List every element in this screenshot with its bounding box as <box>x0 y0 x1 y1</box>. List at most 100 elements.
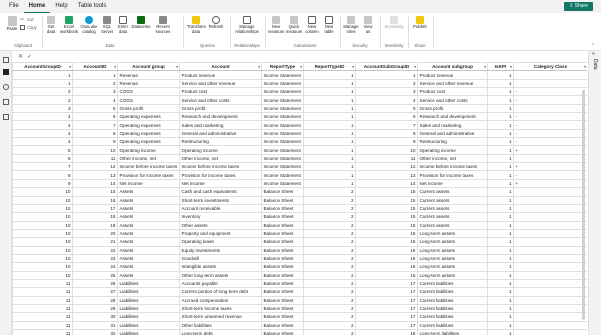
column-header[interactable]: Account subgroup ▾ <box>417 62 488 72</box>
table-cell[interactable]: Liabilities <box>117 287 180 297</box>
table-cell[interactable]: 31 <box>72 320 118 331</box>
table-cell[interactable]: 1 <box>487 295 514 305</box>
dataverse-button[interactable]: Dataverse <box>131 16 151 30</box>
table-cell[interactable]: 15 <box>355 203 418 214</box>
menu-help[interactable]: Help <box>50 0 72 13</box>
table-cell[interactable]: 1 <box>487 120 514 130</box>
table-cell[interactable]: 11 <box>12 328 73 335</box>
table-cell[interactable]: Net income <box>179 178 262 189</box>
table-cell[interactable]: 1 <box>487 162 514 172</box>
table-cell[interactable]: 11 <box>12 287 73 297</box>
column-header[interactable]: IsKPI ▾ <box>487 62 514 72</box>
table-cell[interactable]: 15 <box>355 212 418 222</box>
table-cell[interactable]: 8 <box>12 170 73 180</box>
table-cell[interactable]: 19 <box>72 220 118 230</box>
table-cell[interactable]: 1 <box>303 95 356 105</box>
view-as-button[interactable]: View as <box>361 16 375 34</box>
table-cell[interactable]: 11 <box>355 153 418 164</box>
table-cell[interactable]: 1 <box>303 87 356 97</box>
table-cell[interactable]: Long-term assets <box>417 245 488 255</box>
column-header[interactable]: AccountSubGroupID ▾ <box>355 62 418 72</box>
table-cell[interactable]: 15 <box>355 195 418 205</box>
table-cell[interactable]: 9 <box>72 137 118 147</box>
table-cell[interactable]: 10 <box>355 145 418 155</box>
manage-relationships-button[interactable]: Manage relationships <box>233 16 261 34</box>
table-cell[interactable]: Balance Sheet <box>261 320 304 331</box>
new-column-button[interactable]: New column <box>304 16 320 34</box>
table-cell[interactable]: - <box>513 87 587 97</box>
table-cell[interactable]: Gross profit <box>179 103 262 114</box>
table-cell[interactable]: Operating income <box>179 145 262 155</box>
table-cell[interactable]: Accounts payable <box>179 278 262 289</box>
table-cell[interactable]: 1 <box>303 153 356 164</box>
table-cell[interactable]: 1 <box>487 145 514 155</box>
table-cell[interactable]: 10 <box>12 220 73 230</box>
table-row[interactable]: 10 21 Assets Operating lease Balance Sheet 2 1… <box>12 237 587 247</box>
table-cell[interactable]: Revenue <box>117 70 180 80</box>
table-cell[interactable]: 2 <box>303 270 356 280</box>
table-cell[interactable]: Product revenue <box>417 70 488 80</box>
table-cell[interactable] <box>513 262 587 272</box>
table-cell[interactable]: 13 <box>355 170 418 180</box>
table-row[interactable]: 11 31 Liabilities Other liabilities Balance … <box>12 320 587 331</box>
table-cell[interactable]: 3 <box>355 87 418 97</box>
table-cell[interactable]: Gross profit <box>417 103 488 114</box>
table-cell[interactable]: 1 <box>303 170 356 180</box>
table-cell[interactable]: 2 <box>303 295 356 305</box>
table-cell[interactable]: 10 <box>12 228 73 239</box>
table-cell[interactable]: 1 <box>487 78 514 89</box>
table-cell[interactable]: 3 <box>12 103 73 114</box>
table-cell[interactable]: 23 <box>72 253 118 264</box>
table-cell[interactable]: 1 <box>303 162 356 172</box>
table-cell[interactable]: 15 <box>72 187 118 197</box>
table-cell[interactable]: 1 <box>303 70 356 80</box>
menu-file[interactable]: File <box>4 0 24 13</box>
menu-home[interactable]: Home <box>23 0 51 13</box>
vertical-scrollbar[interactable] <box>582 90 585 320</box>
table-cell[interactable]: 1 <box>487 195 514 205</box>
table-cell[interactable]: Assets <box>117 228 180 239</box>
table-cell[interactable]: 20 <box>72 228 118 239</box>
table-cell[interactable]: 1 <box>303 112 356 122</box>
table-cell[interactable]: Balance Sheet <box>261 295 304 305</box>
onelake-catalog-button[interactable]: OneLake catalog <box>80 16 98 34</box>
table-cell[interactable]: 1 <box>72 70 118 80</box>
table-cell[interactable]: Operating expenses <box>117 137 180 147</box>
table-cell[interactable]: Long-term liabilities <box>417 328 488 335</box>
menu-table-tools[interactable]: Table tools <box>73 0 112 13</box>
table-cell[interactable]: 2 <box>303 245 356 255</box>
table-row[interactable]: 9 14 Net income Net income Income Statement 1… <box>12 178 587 189</box>
table-cell[interactable]: Income Statement <box>261 153 304 164</box>
table-cell[interactable]: 11 <box>12 312 73 322</box>
table-cell[interactable]: Net income <box>417 178 488 189</box>
filter-dropdown-icon[interactable]: ▾ <box>258 65 260 69</box>
table-cell[interactable]: 2 <box>12 87 73 97</box>
publish-button[interactable]: Publish <box>411 16 429 30</box>
table-cell[interactable]: Balance Sheet <box>261 203 304 214</box>
table-cell[interactable]: 22 <box>72 245 118 255</box>
table-cell[interactable]: Research and development <box>179 112 262 122</box>
paste-button[interactable]: Paste <box>5 16 19 32</box>
table-cell[interactable]: Inventory <box>179 212 262 222</box>
table-cell[interactable]: Income Statement <box>261 103 304 114</box>
filter-dropdown-icon[interactable]: ▾ <box>484 65 486 69</box>
table-cell[interactable]: 1 <box>487 320 514 331</box>
table-cell[interactable]: 1 <box>487 137 514 147</box>
table-cell[interactable]: - <box>513 112 587 122</box>
table-cell[interactable]: 2 <box>303 253 356 264</box>
table-cell[interactable]: 1 <box>487 287 514 297</box>
table-cell[interactable]: Balance Sheet <box>261 237 304 247</box>
quick-measure-button[interactable]: Quick measure <box>286 16 302 34</box>
table-cell[interactable]: COGS <box>117 95 180 105</box>
model-view-icon[interactable] <box>3 84 9 90</box>
data-pane-collapsed[interactable]: « Data <box>588 51 601 335</box>
table-cell[interactable]: 1 <box>487 303 514 314</box>
table-row[interactable]: 10 18 Assets Inventory Balance Sheet 2 15 Curre… <box>12 212 587 222</box>
new-measure-button[interactable]: New measure <box>268 16 284 34</box>
table-row[interactable]: 8 13 Provision for income taxes Provision f… <box>12 170 587 180</box>
table-row[interactable]: 10 16 Assets Short-term investments Balance … <box>12 195 587 205</box>
table-cell[interactable]: Balance Sheet <box>261 212 304 222</box>
table-cell[interactable]: 1 <box>487 178 514 189</box>
table-cell[interactable]: Current liabilities <box>417 278 488 289</box>
table-cell[interactable]: Provision for income taxes <box>417 170 488 180</box>
